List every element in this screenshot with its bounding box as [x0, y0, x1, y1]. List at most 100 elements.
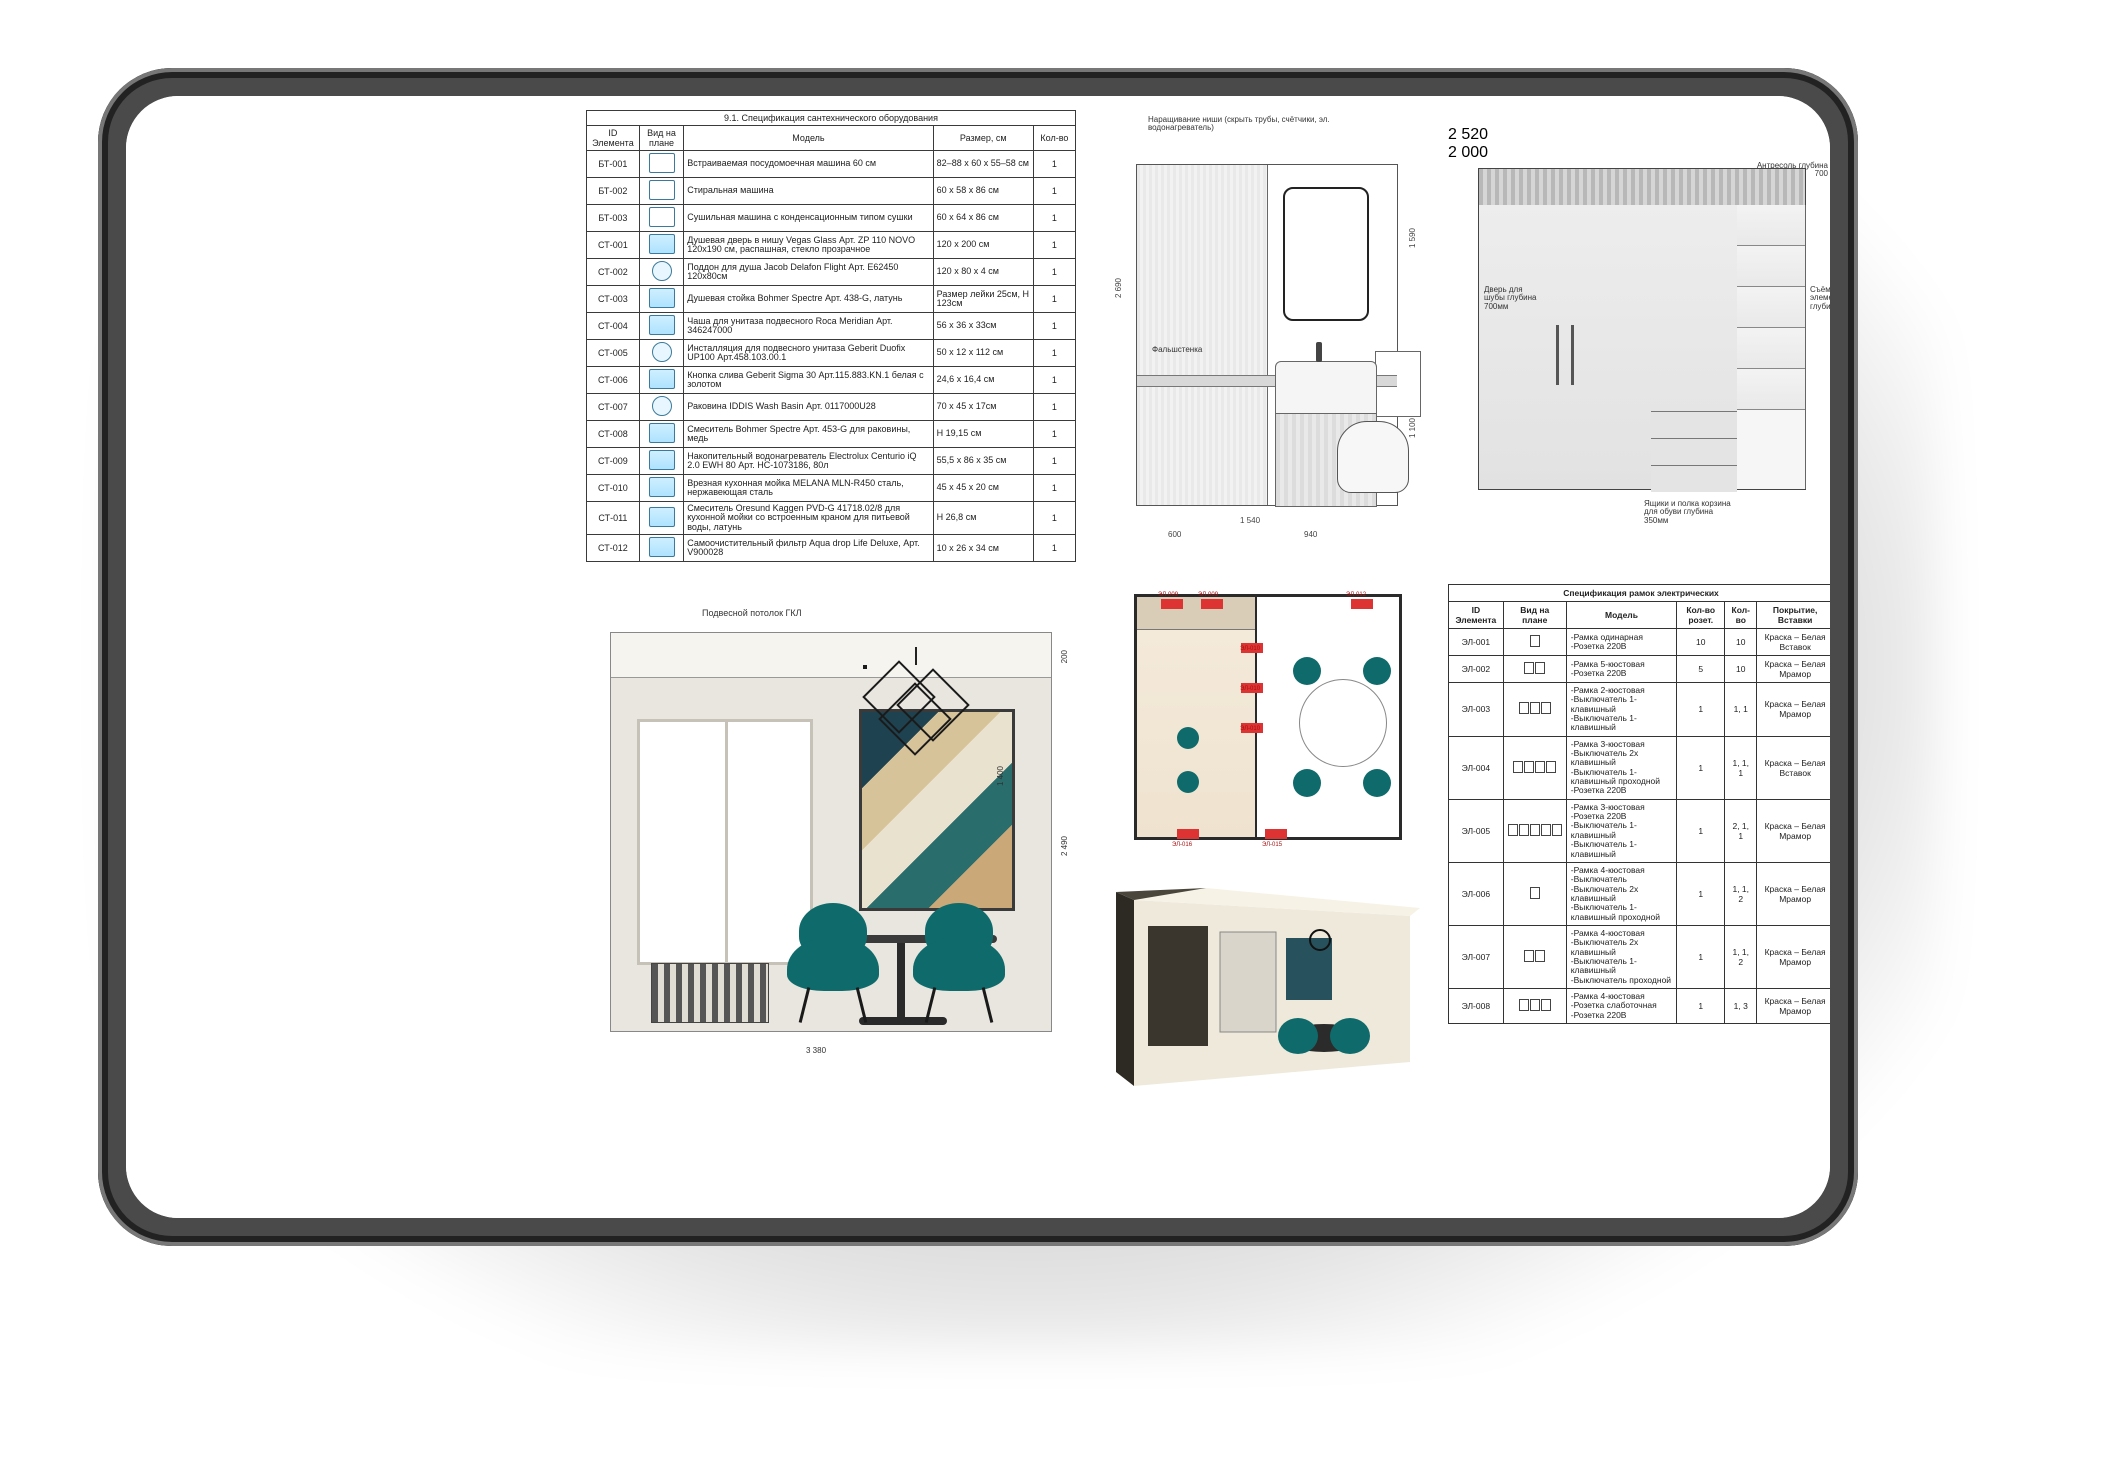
plan-symbol-icon: [639, 367, 683, 394]
table-row: ЭЛ-004-Рамка 3-кюстовая-Выключатель 2х к…: [1449, 736, 1831, 799]
ward-dim-w: 2 520: [1448, 126, 1830, 144]
row-sockets: 1: [1677, 799, 1725, 862]
row-model: -Рамка 4-кюстовая-Розетка слаботочная-Ро…: [1566, 988, 1677, 1023]
row-size: 10 x 26 x 34 см: [933, 535, 1033, 562]
row-id: СТ-002: [587, 259, 640, 286]
row-sockets: 5: [1677, 656, 1725, 683]
table-row: СТ-007Раковина IDDIS Wash Basin Арт. 011…: [587, 394, 1076, 421]
table-row: СТ-004 Чаша для унитаза подвесного Roca M…: [587, 313, 1076, 340]
table-row: БТ-002Стиральная машина60 x 58 x 86 см1: [587, 178, 1076, 205]
row-id: СТ-003: [587, 286, 640, 313]
t1-h-icon: Вид на плане: [639, 126, 683, 151]
row-id: ЭЛ-006: [1449, 862, 1504, 925]
t1-h-model: Модель: [684, 126, 933, 151]
row-model: -Рамка 5-кюстовая-Розетка 220В: [1566, 656, 1677, 683]
bath-dim-wl: 600: [1168, 530, 1181, 539]
table-row: ЭЛ-001-Рамка одинарная-Розетка 220В1010К…: [1449, 629, 1831, 656]
table2-title: Спецификация рамок электрических: [1449, 585, 1831, 602]
row-qty: 1: [1033, 259, 1075, 286]
row-model: Сушильная машина с конденсационным типом…: [684, 205, 933, 232]
din-dim-h2: 2 490: [1060, 836, 1069, 856]
dining-elevation: Подвесной потолок ГКЛ: [586, 616, 1076, 1066]
row-model: Самоочистительный фильтр Aqua drop Life …: [684, 535, 933, 562]
row-size: 60 x 64 x 86 см: [933, 205, 1033, 232]
row-model: Душевая стойка Bohmer Spectre Арт. 438-G…: [684, 286, 933, 313]
row-id: ЭЛ-003: [1449, 683, 1504, 737]
table-row: СТ-009Накопительный водонагреватель Elec…: [587, 448, 1076, 475]
plan-label: ЭЛ-015: [1262, 842, 1282, 848]
row-qty: 10: [1725, 629, 1757, 656]
row-model: Врезная кухонная мойка MELANA MLN-R450 с…: [684, 475, 933, 502]
row-id: ЭЛ-008: [1449, 988, 1504, 1023]
row-size: 120 x 80 x 4 см: [933, 259, 1033, 286]
row-qty: 1: [1033, 205, 1075, 232]
row-qty: 1: [1033, 178, 1075, 205]
row-model: -Рамка 2-кюстовая-Выключатель 1-клавишны…: [1566, 683, 1677, 737]
row-qty: 1: [1033, 151, 1075, 178]
row-qty: 1: [1033, 421, 1075, 448]
row-sockets: 1: [1677, 988, 1725, 1023]
row-sockets: 1: [1677, 736, 1725, 799]
bathroom-elevation: Наращивание ниши (скрыть трубы, счётчики…: [1108, 118, 1428, 538]
row-id: СТ-011: [587, 502, 640, 535]
row-model: Стиральная машина: [684, 178, 933, 205]
din-dim-h1: 200: [1060, 650, 1069, 663]
chandelier-icon: [863, 647, 973, 743]
t2-h-sock: Кол-во розет.: [1677, 602, 1725, 629]
socket-frame-icon: [1524, 950, 1545, 962]
plan-symbol-icon: [639, 421, 683, 448]
t1-h-qty: Кол-во: [1033, 126, 1075, 151]
socket-frame-icon: [1508, 824, 1562, 836]
table-row: БТ-001Встраиваемая посудомоечная машина …: [587, 151, 1076, 178]
plan-symbol-icon: [639, 286, 683, 313]
row-size: 24,6 x 16,4 см: [933, 367, 1033, 394]
row-sockets: 1: [1677, 683, 1725, 737]
row-id: СТ-004: [587, 313, 640, 340]
table-row: ЭЛ-006-Рамка 4-кюстовая-Выключатель-Выкл…: [1449, 862, 1831, 925]
row-model: -Рамка 4-кюстовая-Выключатель 2х клавишн…: [1566, 925, 1677, 988]
row-qty: 1: [1033, 367, 1075, 394]
t2-h-icon: Вид на плане: [1503, 602, 1566, 629]
mirror-icon: [1283, 187, 1369, 321]
row-id: ЭЛ-007: [1449, 925, 1504, 988]
row-size: 70 x 45 x 17см: [933, 394, 1033, 421]
ward-note-right: Съёмный элемент глубина 700мм: [1810, 286, 1830, 311]
dining-chair: [787, 903, 879, 1023]
row-id: БТ-001: [587, 151, 640, 178]
row-size: Размер лейки 25см, H 123см: [933, 286, 1033, 313]
socket-frame-icon: [1530, 635, 1540, 647]
row-qty: 2, 1, 1: [1725, 799, 1757, 862]
table-row: СТ-002Поддон для душа Jacob Delafon Flig…: [587, 259, 1076, 286]
row-model: Накопительный водонагреватель Electrolux…: [684, 448, 933, 475]
row-id: СТ-005: [587, 340, 640, 367]
row-id: БТ-003: [587, 205, 640, 232]
row-finish: Краска – Белая Мрамор: [1757, 862, 1830, 925]
table-row: СТ-010 Врезная кухонная мойка MELANA MLN-…: [587, 475, 1076, 502]
plan-symbol-icon: [639, 205, 683, 232]
plan-table-icon: [1299, 679, 1387, 767]
row-model: Смеситель Oresund Kaggen PVD-G 41718.02/…: [684, 502, 933, 535]
row-id: СТ-010: [587, 475, 640, 502]
row-qty: 1, 3: [1725, 988, 1757, 1023]
dining-chair: [913, 903, 1005, 1023]
row-model: Раковина IDDIS Wash Basin Арт. 0117000U2…: [684, 394, 933, 421]
row-finish: Краска – Белая Мрамор: [1757, 656, 1830, 683]
table-row: ЭЛ-003 -Рамка 2-кюстовая-Выключатель 1-кл…: [1449, 683, 1831, 737]
row-id: ЭЛ-001: [1449, 629, 1504, 656]
row-model: Смеситель Bohmer Spectre Арт. 453-G для …: [684, 421, 933, 448]
row-id: ЭЛ-004: [1449, 736, 1504, 799]
row-sockets: 1: [1677, 925, 1725, 988]
bath-dim-wr: 940: [1304, 530, 1317, 539]
row-model: Чаша для унитаза подвесного Roca Meridia…: [684, 313, 933, 340]
row-size: 82–88 x 60 x 55–58 см: [933, 151, 1033, 178]
row-model: -Рамка 3-кюстовая-Розетка 220В-Выключате…: [1566, 799, 1677, 862]
row-finish: Краска – Белая Мрамор: [1757, 988, 1830, 1023]
row-qty: 1, 1: [1725, 683, 1757, 737]
ward-note-left: Дверь для шубы глубина 700мм: [1484, 286, 1544, 311]
row-id: СТ-008: [587, 421, 640, 448]
bath-dim-hl: 1 100: [1408, 418, 1417, 438]
table-row: СТ-001Душевая дверь в нишу Vegas Glass А…: [587, 232, 1076, 259]
row-id: СТ-012: [587, 535, 640, 562]
row-size: 60 x 58 x 86 см: [933, 178, 1033, 205]
ward-note-bottom: Ящики и полка корзина для обуви глубина …: [1644, 500, 1734, 525]
